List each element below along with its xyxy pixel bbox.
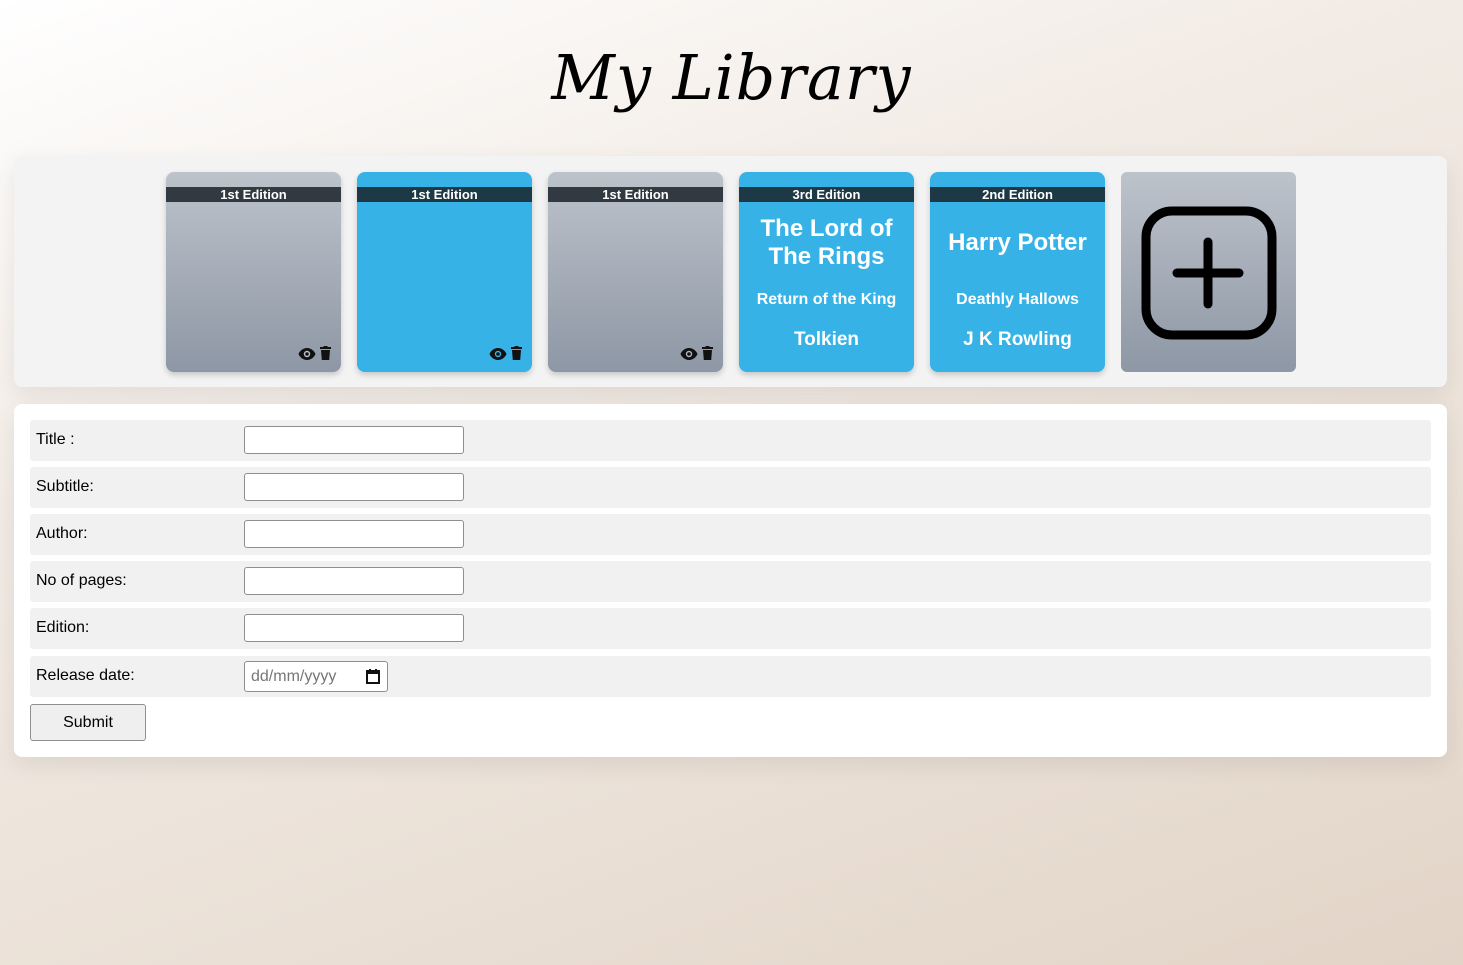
edition-badge: 1st Edition bbox=[166, 187, 341, 202]
author-label: Author: bbox=[36, 525, 88, 542]
book-author: Tolkien bbox=[793, 329, 860, 350]
edition-badge: 1st Edition bbox=[357, 187, 532, 202]
trash-icon[interactable] bbox=[702, 346, 713, 365]
edition-badge: 2nd Edition bbox=[930, 187, 1105, 202]
add-book-form: Title : Subtitle: Author: No of pages: E… bbox=[14, 404, 1447, 757]
eye-icon[interactable] bbox=[489, 347, 507, 365]
eye-icon[interactable] bbox=[298, 347, 316, 365]
author-row: Author: bbox=[30, 514, 1431, 555]
book-title: Harry Potter bbox=[948, 229, 1087, 256]
release-date-input[interactable]: dd/mm/yyyy bbox=[244, 661, 388, 692]
book-actions bbox=[298, 346, 331, 365]
book-subtitle: Deathly Hallows bbox=[956, 291, 1079, 308]
eye-icon[interactable] bbox=[680, 347, 698, 365]
edition-badge: 3rd Edition bbox=[739, 187, 914, 202]
book-author: J K Rowling bbox=[963, 329, 1072, 350]
subtitle-label: Subtitle: bbox=[36, 478, 94, 495]
book-card[interactable]: 1st Edition bbox=[548, 172, 723, 372]
edition-badge: 1st Edition bbox=[548, 187, 723, 202]
title-label: Title : bbox=[36, 431, 75, 448]
title-row: Title : bbox=[30, 420, 1431, 461]
add-book-button[interactable] bbox=[1121, 172, 1296, 372]
trash-icon[interactable] bbox=[511, 346, 522, 365]
edition-label: Edition: bbox=[36, 619, 90, 636]
release-date-row: Release date: dd/mm/yyyy bbox=[30, 656, 1431, 697]
subtitle-row: Subtitle: bbox=[30, 467, 1431, 508]
book-actions bbox=[680, 346, 713, 365]
release-date-label: Release date: bbox=[36, 667, 135, 684]
book-title: The Lord of The Rings bbox=[760, 215, 893, 270]
pages-label: No of pages: bbox=[36, 572, 127, 589]
edition-input[interactable] bbox=[244, 614, 464, 642]
title-input[interactable] bbox=[244, 426, 464, 454]
date-placeholder: dd/mm/yyyy bbox=[251, 668, 337, 685]
book-card[interactable]: 3rd Edition The Lord of The Rings Return… bbox=[739, 172, 914, 372]
plus-square-icon bbox=[1141, 206, 1277, 340]
subtitle-input[interactable] bbox=[244, 473, 464, 501]
book-actions bbox=[489, 346, 522, 365]
edition-row: Edition: bbox=[30, 608, 1431, 649]
book-subtitle: Return of the King bbox=[756, 291, 897, 308]
book-card[interactable]: 2nd Edition Harry Potter Deathly Hallows… bbox=[930, 172, 1105, 372]
book-card[interactable]: 1st Edition bbox=[166, 172, 341, 372]
book-shelf: 1st Edition 1st Edition 1st Edition 3rd … bbox=[14, 156, 1447, 387]
page-title: My Library bbox=[551, 41, 912, 114]
pages-input[interactable] bbox=[244, 567, 464, 595]
author-input[interactable] bbox=[244, 520, 464, 548]
book-card[interactable]: 1st Edition bbox=[357, 172, 532, 372]
submit-button[interactable]: Submit bbox=[30, 704, 146, 741]
trash-icon[interactable] bbox=[320, 346, 331, 365]
pages-row: No of pages: bbox=[30, 561, 1431, 602]
calendar-icon[interactable] bbox=[366, 669, 380, 689]
